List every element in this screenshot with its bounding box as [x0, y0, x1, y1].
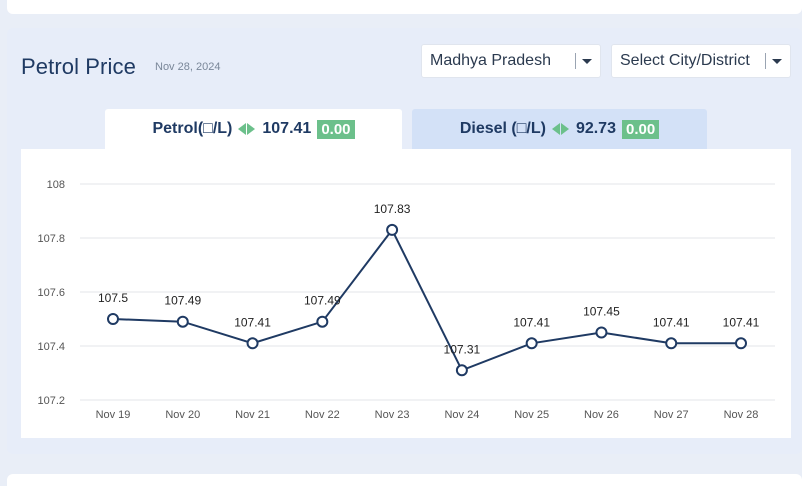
data-label: 107.41: [723, 315, 760, 329]
data-point: [107, 313, 119, 325]
data-label: 107.41: [513, 315, 550, 329]
data-point: [246, 337, 259, 350]
y-tick-label: 108: [47, 179, 65, 191]
tab-diesel-change-badge: 0.00: [621, 119, 660, 139]
tab-petrol-change-badge: 0.00: [317, 119, 355, 139]
data-point: [176, 315, 189, 328]
x-tick-label: Nov 20: [165, 409, 200, 421]
y-tick-label: 107.4: [37, 341, 65, 353]
bottom-panel-edge: [7, 474, 802, 486]
price-date: Nov 28, 2024: [155, 61, 221, 73]
tab-petrol-price: 107.41: [262, 120, 312, 137]
data-point: [386, 223, 399, 236]
data-label: 107.49: [164, 294, 201, 308]
state-select[interactable]: Madhya Pradesh: [421, 44, 601, 78]
data-label: 107.45: [583, 305, 620, 319]
top-panel-edge: [7, 0, 802, 14]
city-select-value: Select City/District: [620, 52, 750, 69]
data-label: 107.49: [304, 294, 341, 308]
price-chart-panel: 107.2 107.4 107.6 107.8 108 Nov 19 Nov 20 Nov 2…: [21, 149, 791, 438]
state-select-value: Madhya Pradesh: [430, 52, 551, 69]
x-tick-label: Nov 24: [444, 409, 479, 421]
x-tick-label: Nov 25: [514, 409, 549, 421]
data-label: 107.31: [444, 342, 481, 356]
x-tick-label: Nov 19: [96, 409, 131, 421]
price-change-arrows-icon: [238, 123, 256, 135]
city-select[interactable]: Select City/District: [611, 44, 791, 78]
chevron-down-icon[interactable]: [772, 58, 782, 64]
data-label: 107.5: [98, 291, 128, 305]
price-line-chart: 107.2 107.4 107.6 107.8 108 Nov 19 Nov 20 Nov 2…: [37, 179, 775, 421]
tab-diesel-price: 92.73: [575, 120, 616, 137]
tab-diesel-label: Diesel (□/L): [459, 120, 546, 137]
data-point: [735, 337, 747, 350]
select-separator: [765, 53, 766, 69]
x-tick-label: Nov 22: [305, 409, 340, 421]
series-line: [112, 228, 741, 372]
data-point: [455, 364, 468, 377]
y-tick-label: 107.6: [37, 287, 65, 299]
data-point: [525, 337, 538, 350]
data-label: 107.41: [234, 315, 271, 329]
tab-petrol-label: Petrol(□/L): [152, 120, 233, 137]
x-tick-label: Nov 21: [235, 409, 270, 421]
x-tick-label: Nov 23: [375, 409, 410, 421]
price-change-arrows-icon: [551, 123, 569, 135]
x-tick-label: Nov 28: [724, 409, 759, 421]
x-tick-label: Nov 27: [654, 409, 689, 421]
select-separator: [575, 53, 576, 69]
tab-diesel[interactable]: Diesel (□/L) 92.73 0.00: [412, 109, 707, 149]
data-point: [595, 326, 608, 339]
y-tick-label: 107.2: [37, 395, 65, 407]
data-point: [316, 315, 329, 328]
tab-petrol[interactable]: Petrol(□/L) 107.41 0.00: [105, 109, 402, 149]
page-title: Petrol Price: [21, 54, 136, 79]
y-tick-label: 107.8: [37, 233, 65, 245]
x-tick-label: Nov 26: [584, 409, 619, 421]
data-point: [665, 337, 678, 350]
data-label: 107.83: [374, 202, 411, 216]
chevron-down-icon[interactable]: [582, 58, 592, 64]
data-label: 107.41: [653, 315, 690, 329]
